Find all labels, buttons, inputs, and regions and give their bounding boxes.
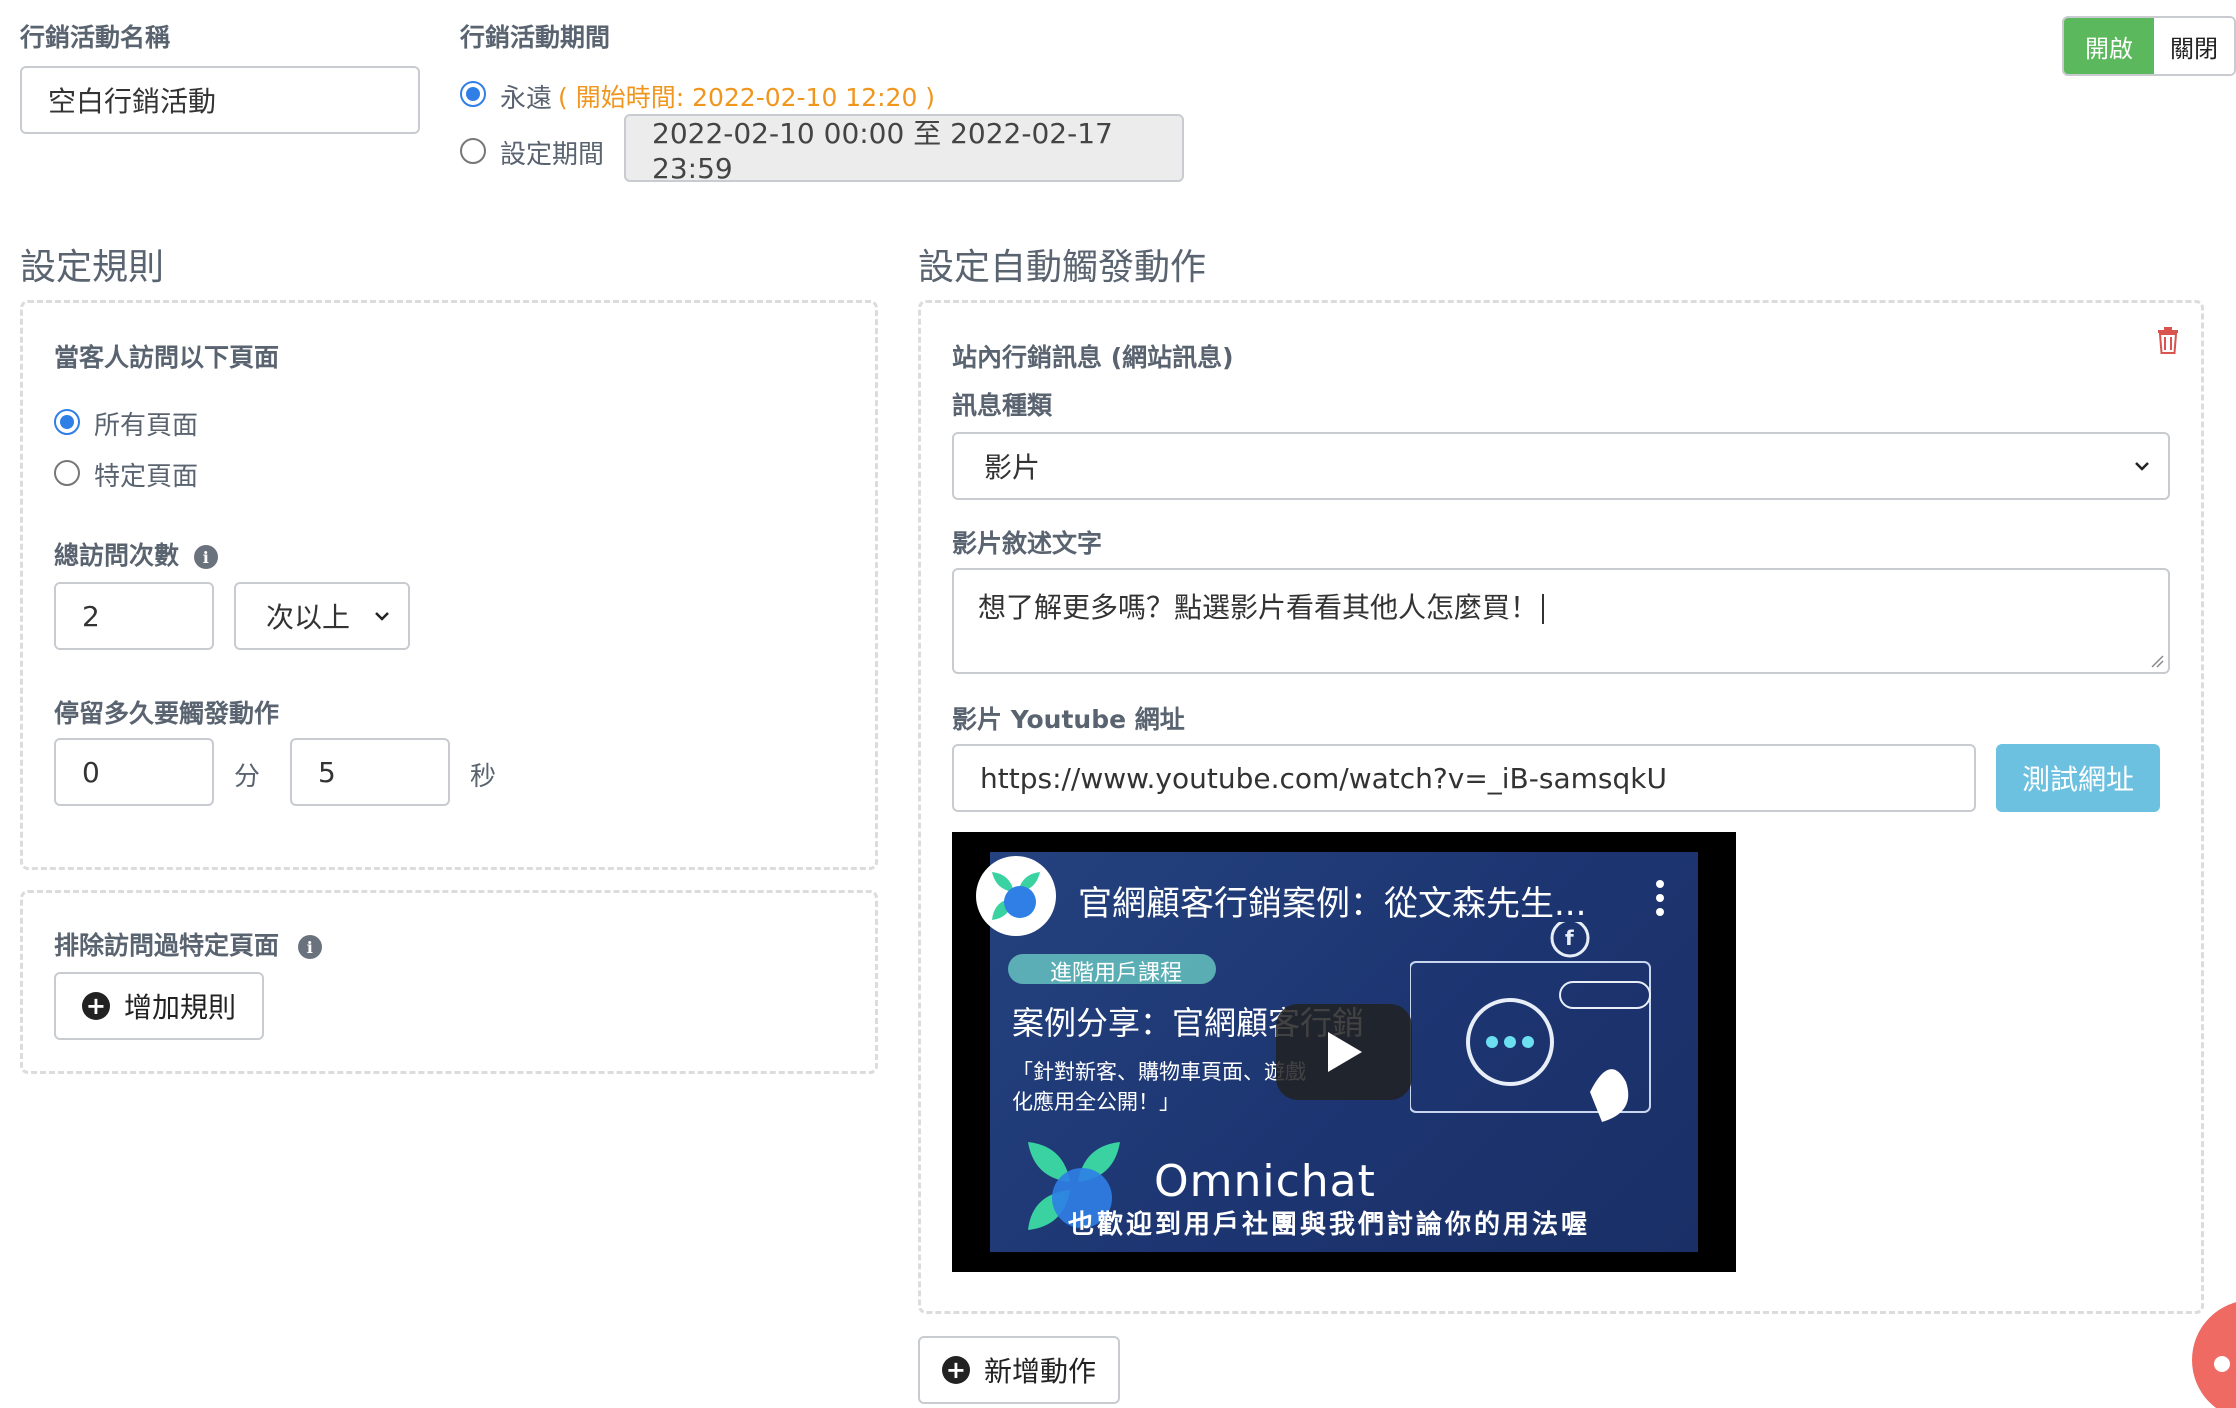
video-player[interactable]: f 進階用戶課程 案例分享：官網顧客行銷 「針對新客、購物車頁面、遊戲 化應用全… (952, 832, 1736, 1272)
visit-count-input[interactable]: 2 (54, 582, 214, 650)
stay-seconds-input[interactable]: 5 (290, 738, 450, 806)
add-rule-button[interactable]: + 增加規則 (54, 972, 264, 1040)
all-pages-label: 所有頁面 (94, 411, 199, 441)
specific-pages-radio[interactable] (54, 460, 80, 486)
campaign-period-label: 行銷活動期間 (460, 23, 611, 52)
period-range-input[interactable]: 2022-02-10 00:00 至 2022-02-17 23:59 (624, 114, 1184, 185)
visit-pages-heading: 當客人訪問以下頁面 (54, 343, 280, 372)
stay-duration-label: 停留多久要觸發動作 (54, 699, 280, 728)
actions-section-title: 設定自動觸發動作 (918, 247, 1207, 288)
period-custom-radio[interactable] (460, 138, 486, 164)
video-caption: 也歡迎到用戶社團與我們討論你的用法喔 (1068, 1210, 1591, 1240)
video-subtext-line1: 「針對新客、購物車頁面、遊戲 (1012, 1060, 1306, 1084)
youtube-url-input[interactable]: https://www.youtube.com/watch?v=_iB-sams… (952, 744, 1976, 812)
message-type-label: 訊息種類 (952, 391, 1053, 420)
test-url-button[interactable]: 測試網址 (1996, 744, 2160, 812)
toggle-off-button[interactable]: 關閉 (2154, 18, 2234, 74)
total-visits-label: 總訪問次數 i (54, 536, 218, 572)
visit-count-select[interactable]: 次以上 (234, 582, 410, 650)
video-course-tag: 進階用戶課程 (1050, 961, 1183, 986)
info-icon[interactable]: i (193, 545, 218, 569)
more-options-icon[interactable] (1652, 878, 1668, 918)
all-pages-radio[interactable] (54, 409, 80, 435)
svg-text:f: f (1565, 926, 1574, 950)
video-subtext-line2: 化應用全公開！」 (1012, 1090, 1180, 1114)
toggle-on-button[interactable]: 開啟 (2064, 18, 2154, 74)
play-icon (1328, 1032, 1362, 1072)
add-rule-button-label: 增加規則 (123, 991, 236, 1024)
play-button[interactable] (1276, 1004, 1412, 1100)
visit-count-select-value: 次以上 (266, 601, 351, 634)
resize-handle-icon[interactable] (2150, 654, 2164, 668)
trash-icon[interactable] (2156, 326, 2180, 354)
total-visits-label-text: 總訪問次數 (54, 541, 180, 570)
video-description-textarea[interactable]: 想了解更多嗎？點選影片看看其他人怎麼買！ (952, 568, 2170, 674)
chat-dot-icon (2214, 1356, 2230, 1372)
stay-minutes-input[interactable]: 0 (54, 738, 214, 806)
chevron-down-icon (375, 612, 389, 621)
floating-chat-button[interactable] (2192, 1300, 2236, 1408)
video-brand-text: Omnichat (1154, 1156, 1376, 1207)
plus-circle-icon: + (81, 992, 110, 1020)
video-description-text: 想了解更多嗎？點選影片看看其他人怎麼買！ (978, 591, 1539, 624)
campaign-name-label: 行銷活動名稱 (20, 23, 171, 52)
specific-pages-label: 特定頁面 (94, 462, 199, 492)
period-forever-label: 永遠 (500, 84, 553, 114)
add-action-button-label: 新增動作 (983, 1355, 1096, 1388)
exclude-pages-label-text: 排除訪問過特定頁面 (54, 931, 280, 960)
channel-logo-icon (992, 872, 1040, 920)
campaign-name-input[interactable]: 空白行銷活動 (20, 66, 420, 134)
minutes-unit-label: 分 (234, 762, 261, 792)
rules-section-title: 設定規則 (20, 247, 165, 288)
chevron-down-icon (2135, 462, 2149, 471)
add-action-button[interactable]: + 新增動作 (918, 1336, 1120, 1404)
action-card-title: 站內行銷訊息 (網站訊息) (952, 343, 1234, 372)
exclude-pages-label: 排除訪問過特定頁面 i (54, 926, 322, 962)
youtube-url-label: 影片 Youtube 網址 (952, 705, 1185, 734)
period-forever-radio[interactable] (460, 81, 486, 107)
text-caret (1542, 594, 1545, 624)
plus-circle-icon: + (941, 1356, 970, 1384)
info-icon[interactable]: i (297, 935, 322, 959)
message-type-select-value: 影片 (984, 451, 1041, 484)
seconds-unit-label: 秒 (470, 762, 497, 792)
video-description-label: 影片敘述文字 (952, 529, 1103, 558)
video-title[interactable]: 官網顧客行銷案例：從文森先生... (1078, 876, 1586, 925)
period-forever-start-note: ( 開始時間: 2022-02-10 12:20 ) (558, 83, 936, 112)
period-custom-label: 設定期間 (500, 140, 605, 170)
illustration-icon: f (1410, 922, 1651, 1122)
channel-avatar[interactable] (976, 856, 1056, 936)
campaign-status-toggle: 開啟 關閉 (2062, 16, 2236, 76)
message-type-select[interactable]: 影片 (952, 432, 2170, 500)
